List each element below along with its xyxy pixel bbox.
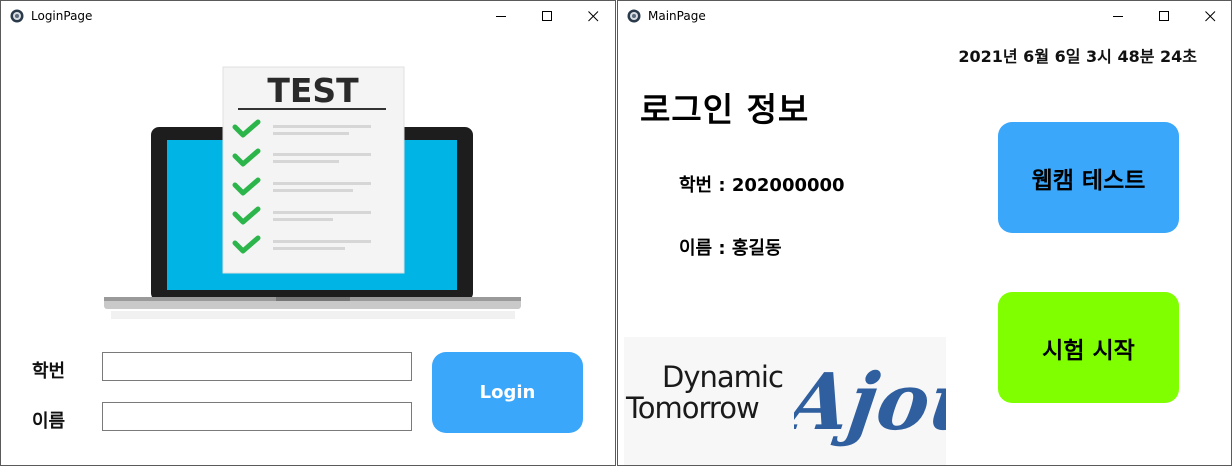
name-info: 이름 : 홍길동 bbox=[679, 238, 782, 259]
minimize-button[interactable] bbox=[479, 1, 525, 31]
minimize-icon bbox=[1113, 16, 1123, 17]
student-id-label: 학번 bbox=[32, 361, 66, 382]
datetime-label: 2021년 6월 6일 3시 48분 24초 bbox=[958, 47, 1197, 66]
close-icon bbox=[588, 11, 599, 22]
app-icon bbox=[10, 9, 24, 23]
page-title: 로그인 정보 bbox=[640, 90, 810, 129]
main-titlebar[interactable]: MainPage bbox=[618, 1, 1231, 31]
student-id-input[interactable] bbox=[102, 352, 412, 381]
close-icon bbox=[1205, 11, 1216, 22]
ajou-brand-mark: Ajou bbox=[794, 356, 946, 448]
maximize-icon bbox=[1159, 11, 1169, 21]
app-icon bbox=[627, 9, 641, 23]
start-exam-button[interactable]: 시험 시작 bbox=[998, 292, 1179, 403]
logo-line-2: Tomorrow bbox=[626, 391, 760, 425]
laptop-test-illustration: TEST bbox=[104, 66, 521, 319]
maximize-button[interactable] bbox=[1142, 1, 1188, 31]
main-window: MainPage 2021년 6월 6일 3시 48분 24초 로그인 정보 학… bbox=[617, 0, 1232, 466]
window-title: LoginPage bbox=[31, 9, 93, 23]
maximize-button[interactable] bbox=[525, 1, 571, 31]
webcam-test-button[interactable]: 웹캠 테스트 bbox=[998, 122, 1179, 233]
minimize-button[interactable] bbox=[1096, 1, 1142, 31]
minimize-icon bbox=[496, 16, 506, 17]
logo-line-1: Dynamic bbox=[662, 360, 784, 394]
ajou-logo: Dynamic Tomorrow Ajou bbox=[624, 337, 946, 465]
logo-brand: Ajou bbox=[794, 356, 946, 448]
login-window: LoginPage TEST 학번 이름 Login bbox=[0, 0, 616, 466]
window-title: MainPage bbox=[648, 9, 706, 23]
close-button[interactable] bbox=[1188, 1, 1231, 31]
name-input[interactable] bbox=[102, 402, 412, 431]
close-button[interactable] bbox=[571, 1, 615, 31]
test-paper-title: TEST bbox=[267, 71, 359, 110]
name-label: 이름 bbox=[32, 411, 66, 432]
login-titlebar[interactable]: LoginPage bbox=[1, 1, 615, 31]
login-button[interactable]: Login bbox=[432, 352, 583, 433]
student-id-info: 학번 : 202000000 bbox=[679, 175, 845, 196]
maximize-icon bbox=[542, 11, 552, 21]
